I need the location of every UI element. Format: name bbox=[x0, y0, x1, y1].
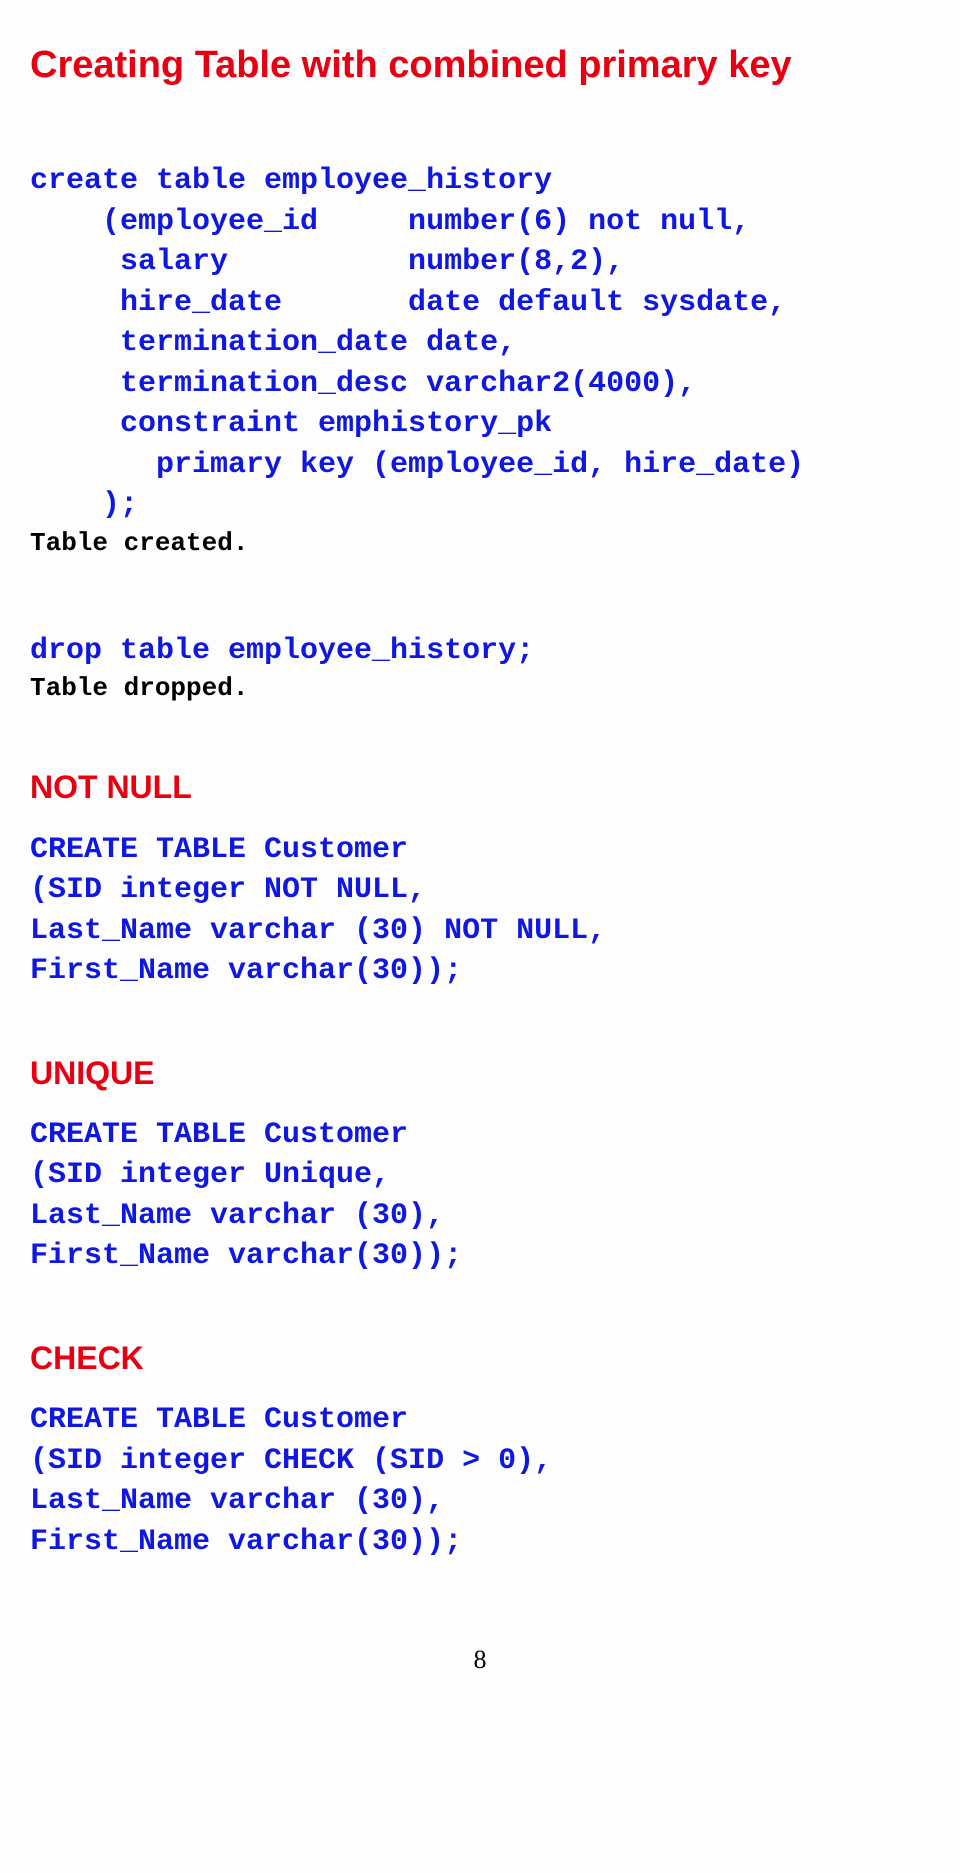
code-block-not-null: CREATE TABLE Customer (SID integer NOT N… bbox=[30, 830, 930, 992]
heading-check: CHECK bbox=[30, 1337, 930, 1380]
code-block-create-table: create table employee_history (employee_… bbox=[30, 161, 930, 526]
code-block-unique: CREATE TABLE Customer (SID integer Uniqu… bbox=[30, 1115, 930, 1277]
page-title: Creating Table with combined primary key bbox=[30, 40, 930, 91]
result-table-dropped: Table dropped. bbox=[30, 671, 930, 706]
code-block-check: CREATE TABLE Customer (SID integer CHECK… bbox=[30, 1400, 930, 1562]
heading-unique: UNIQUE bbox=[30, 1052, 930, 1095]
result-table-created: Table created. bbox=[30, 526, 930, 561]
heading-not-null: NOT NULL bbox=[30, 766, 930, 809]
page-number: 8 bbox=[30, 1642, 930, 1677]
code-block-drop-table: drop table employee_history; bbox=[30, 631, 930, 672]
